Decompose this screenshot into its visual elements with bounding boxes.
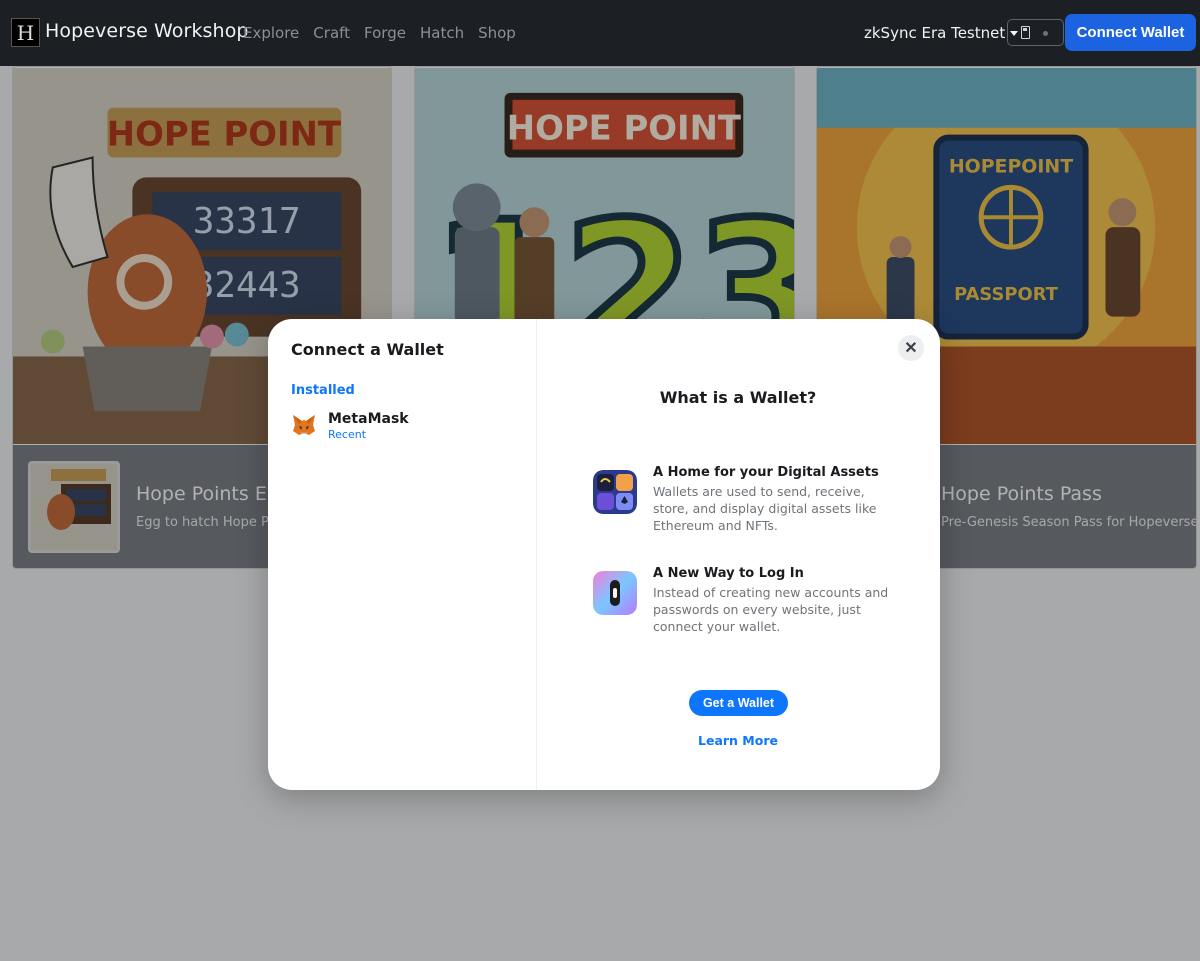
modal-title: Connect a Wallet: [291, 340, 444, 359]
close-button[interactable]: ✕: [898, 335, 924, 361]
wallet-name: MetaMask: [328, 411, 409, 427]
nav-links: Explore Craft Forge Hatch Shop: [243, 24, 530, 42]
wallet-option-metamask[interactable]: MetaMask Recent: [284, 405, 524, 445]
metamask-fox-icon: [293, 415, 315, 435]
network-selector[interactable]: zkSync Era Testnet: [864, 24, 1019, 42]
learn-more-link[interactable]: Learn More: [536, 733, 940, 748]
wallet-recent-badge: Recent: [328, 428, 367, 441]
get-wallet-button[interactable]: Get a Wallet: [689, 690, 788, 716]
hopeverse-logo-icon[interactable]: H: [11, 18, 40, 47]
info-heading: A Home for your Digital Assets: [653, 465, 879, 480]
connect-wallet-button[interactable]: Connect Wallet: [1065, 14, 1196, 51]
info-body: Wallets are used to send, receive, store…: [653, 484, 877, 533]
digital-assets-icon: [593, 470, 637, 514]
nav-craft[interactable]: Craft: [313, 24, 350, 42]
fuel-pump-icon: [1021, 26, 1030, 39]
nav-forge[interactable]: Forge: [364, 24, 406, 42]
close-icon: ✕: [904, 340, 918, 357]
connect-wallet-modal: Connect a Wallet Installed MetaMask Rece…: [268, 319, 940, 790]
info-heading: A New Way to Log In: [653, 566, 804, 581]
nav-hatch[interactable]: Hatch: [420, 24, 464, 42]
nav-shop[interactable]: Shop: [478, 24, 516, 42]
status-dot-icon: [1043, 31, 1048, 36]
navbar: H Hopeverse Workshop Explore Craft Forge…: [0, 0, 1200, 66]
gas-button[interactable]: [1007, 19, 1064, 46]
installed-section-label: Installed: [291, 383, 355, 398]
nav-explore[interactable]: Explore: [243, 24, 299, 42]
what-is-wallet-heading: What is a Wallet?: [659, 388, 817, 407]
brand-title[interactable]: Hopeverse Workshop: [45, 20, 249, 42]
network-label: zkSync Era Testnet: [864, 24, 1006, 42]
login-key-icon: [593, 571, 637, 615]
info-body: Instead of creating new accounts and pas…: [653, 585, 889, 634]
